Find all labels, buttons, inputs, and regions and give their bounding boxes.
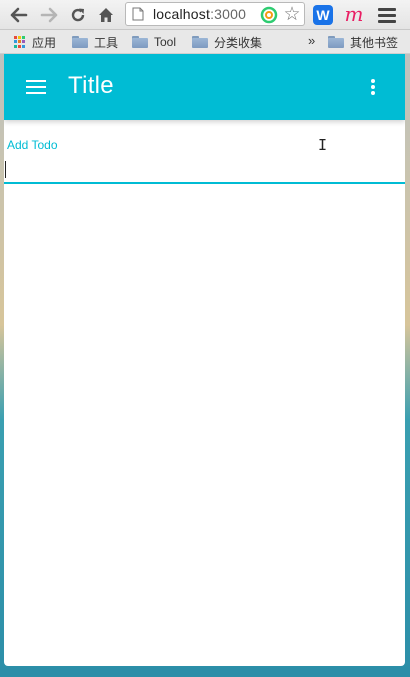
apps-icon [14, 36, 26, 48]
address-bar[interactable]: localhost:3000 ☆ [125, 2, 305, 26]
bookmark-folder-tool[interactable]: Tool [132, 34, 176, 50]
reload-icon [71, 8, 85, 22]
url-host: localhost [153, 6, 211, 22]
bookmark-apps[interactable]: 应用 [14, 34, 56, 50]
home-button[interactable] [95, 4, 117, 26]
reload-button[interactable] [67, 4, 89, 26]
bookmark-folder-tools-cn[interactable]: 工具 [72, 34, 118, 50]
folder-icon [132, 36, 148, 48]
input-underline [4, 182, 405, 184]
bookmark-label: 其他书签 [350, 35, 399, 50]
bookmark-label: 工具 [94, 35, 119, 50]
app-window: Title Add Todo [4, 54, 405, 666]
forward-button[interactable] [38, 4, 60, 26]
arrow-left-icon [10, 7, 28, 23]
home-icon [99, 8, 113, 22]
browser-menu-icon[interactable] [378, 5, 396, 25]
back-button[interactable] [8, 4, 30, 26]
menu-icon[interactable] [26, 80, 46, 94]
text-cursor-icon: I [318, 136, 328, 154]
arrow-right-icon [40, 7, 58, 23]
bookmark-label: Tool [154, 35, 177, 49]
folder-icon [192, 36, 208, 48]
extension-m-icon[interactable]: m [344, 4, 364, 25]
bookmarks-overflow-chevron[interactable]: » [308, 33, 315, 48]
extension-ring-icon[interactable] [260, 6, 278, 24]
page-icon [132, 7, 144, 21]
bookmark-other-folder[interactable]: 其他书签 [328, 34, 398, 50]
bookmark-label: 分类收集 [214, 35, 263, 50]
add-todo-input[interactable] [4, 156, 405, 182]
bookmark-label: 应用 [32, 35, 57, 50]
extension-w-icon[interactable]: W [313, 5, 333, 25]
url-port: :3000 [210, 6, 247, 22]
add-todo-field: Add Todo [4, 120, 405, 184]
page-title: Title [68, 72, 114, 99]
bookmark-folder-collection[interactable]: 分类收集 [192, 34, 262, 50]
folder-icon [328, 36, 344, 48]
star-icon[interactable]: ☆ [281, 4, 303, 26]
url-text: localhost:3000 [153, 6, 246, 22]
add-todo-label: Add Todo [7, 138, 58, 152]
text-caret [5, 161, 6, 178]
folder-icon [72, 36, 88, 48]
app-bar: Title [4, 54, 405, 120]
browser-toolbar: localhost:3000 ☆ W m [0, 0, 410, 30]
more-vert-icon[interactable] [368, 79, 378, 95]
bookmarks-bar: 应用 工具 Tool 分类收集 » 其他书签 [0, 30, 410, 54]
